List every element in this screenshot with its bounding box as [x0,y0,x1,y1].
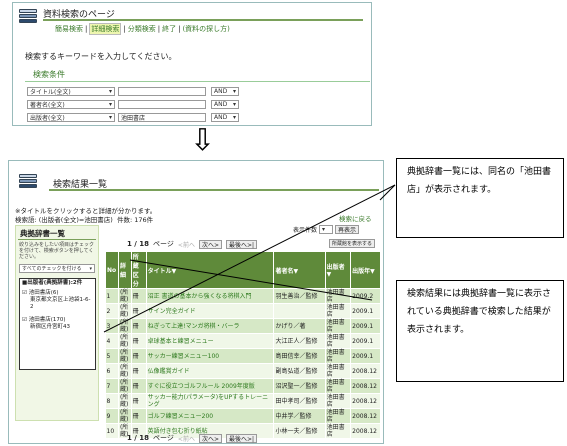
callout-results: 検索結果には典拠辞書一覧に表示されている典拠辞書で検索した結果が表示されます。 [396,280,564,382]
callout-authority: 典拠辞書一覧には、同名の「池田書店」が表示されます。 [396,158,564,238]
